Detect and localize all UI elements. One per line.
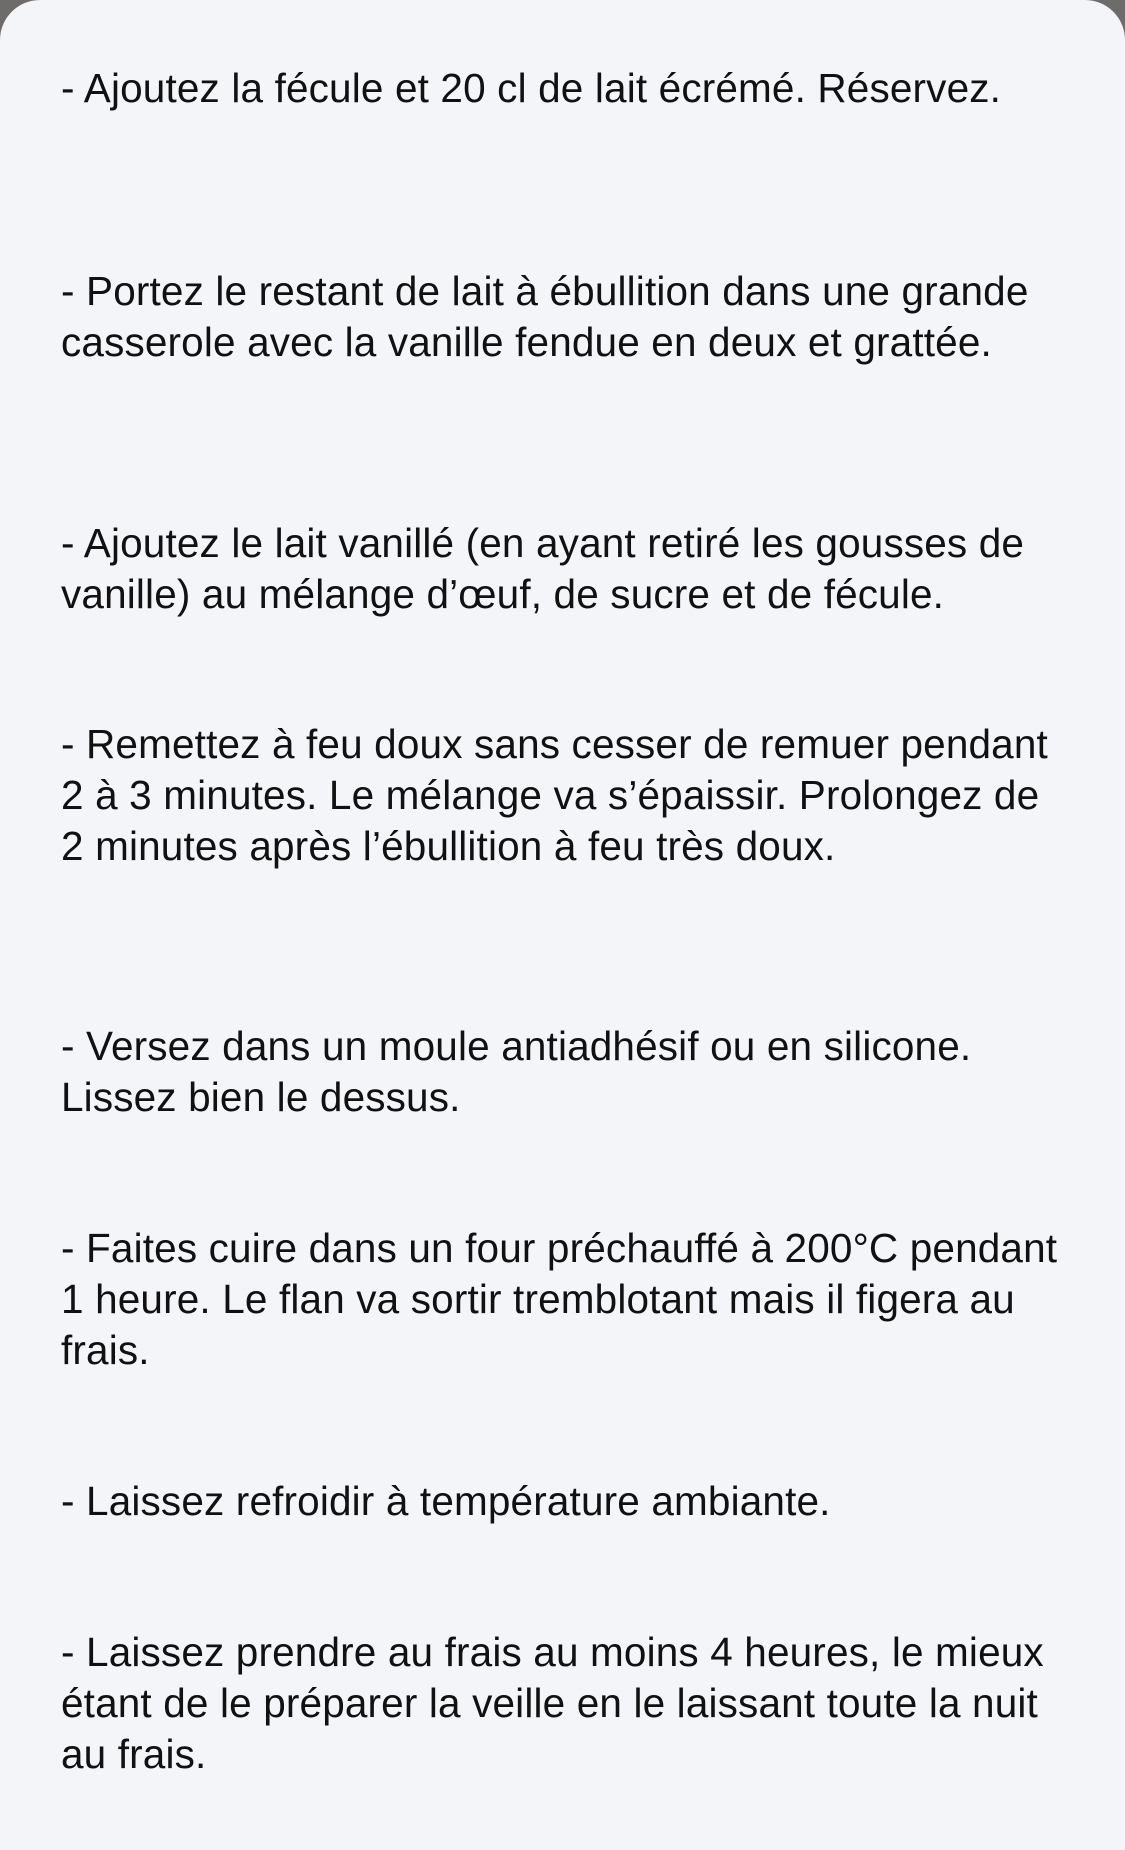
recipe-step-3: - Ajoutez le lait vanillé (en ayant reti… bbox=[61, 520, 1025, 617]
recipe-sheet: - Ajoutez la fécule et 20 cl de lait écr… bbox=[0, 0, 1125, 1850]
recipe-steps-list: - Ajoutez la fécule et 20 cl de lait écr… bbox=[61, 0, 1063, 1850]
recipe-step-4: - Remettez à feu doux sans cesser de rem… bbox=[61, 721, 1048, 869]
recipe-step-6: - Faites cuire dans un four préchauffé à… bbox=[61, 1225, 1058, 1373]
recipe-step-8: - Laissez prendre au frais au moins 4 he… bbox=[61, 1629, 1044, 1777]
recipe-step-7: - Laissez refroidir à température ambian… bbox=[61, 1478, 831, 1524]
recipe-step-5: - Versez dans un moule antiadhésif ou en… bbox=[61, 1023, 972, 1120]
recipe-step-2: - Portez le restant de lait à ébullition… bbox=[61, 268, 1029, 365]
recipe-step-1: - Ajoutez la fécule et 20 cl de lait écr… bbox=[61, 65, 1002, 111]
